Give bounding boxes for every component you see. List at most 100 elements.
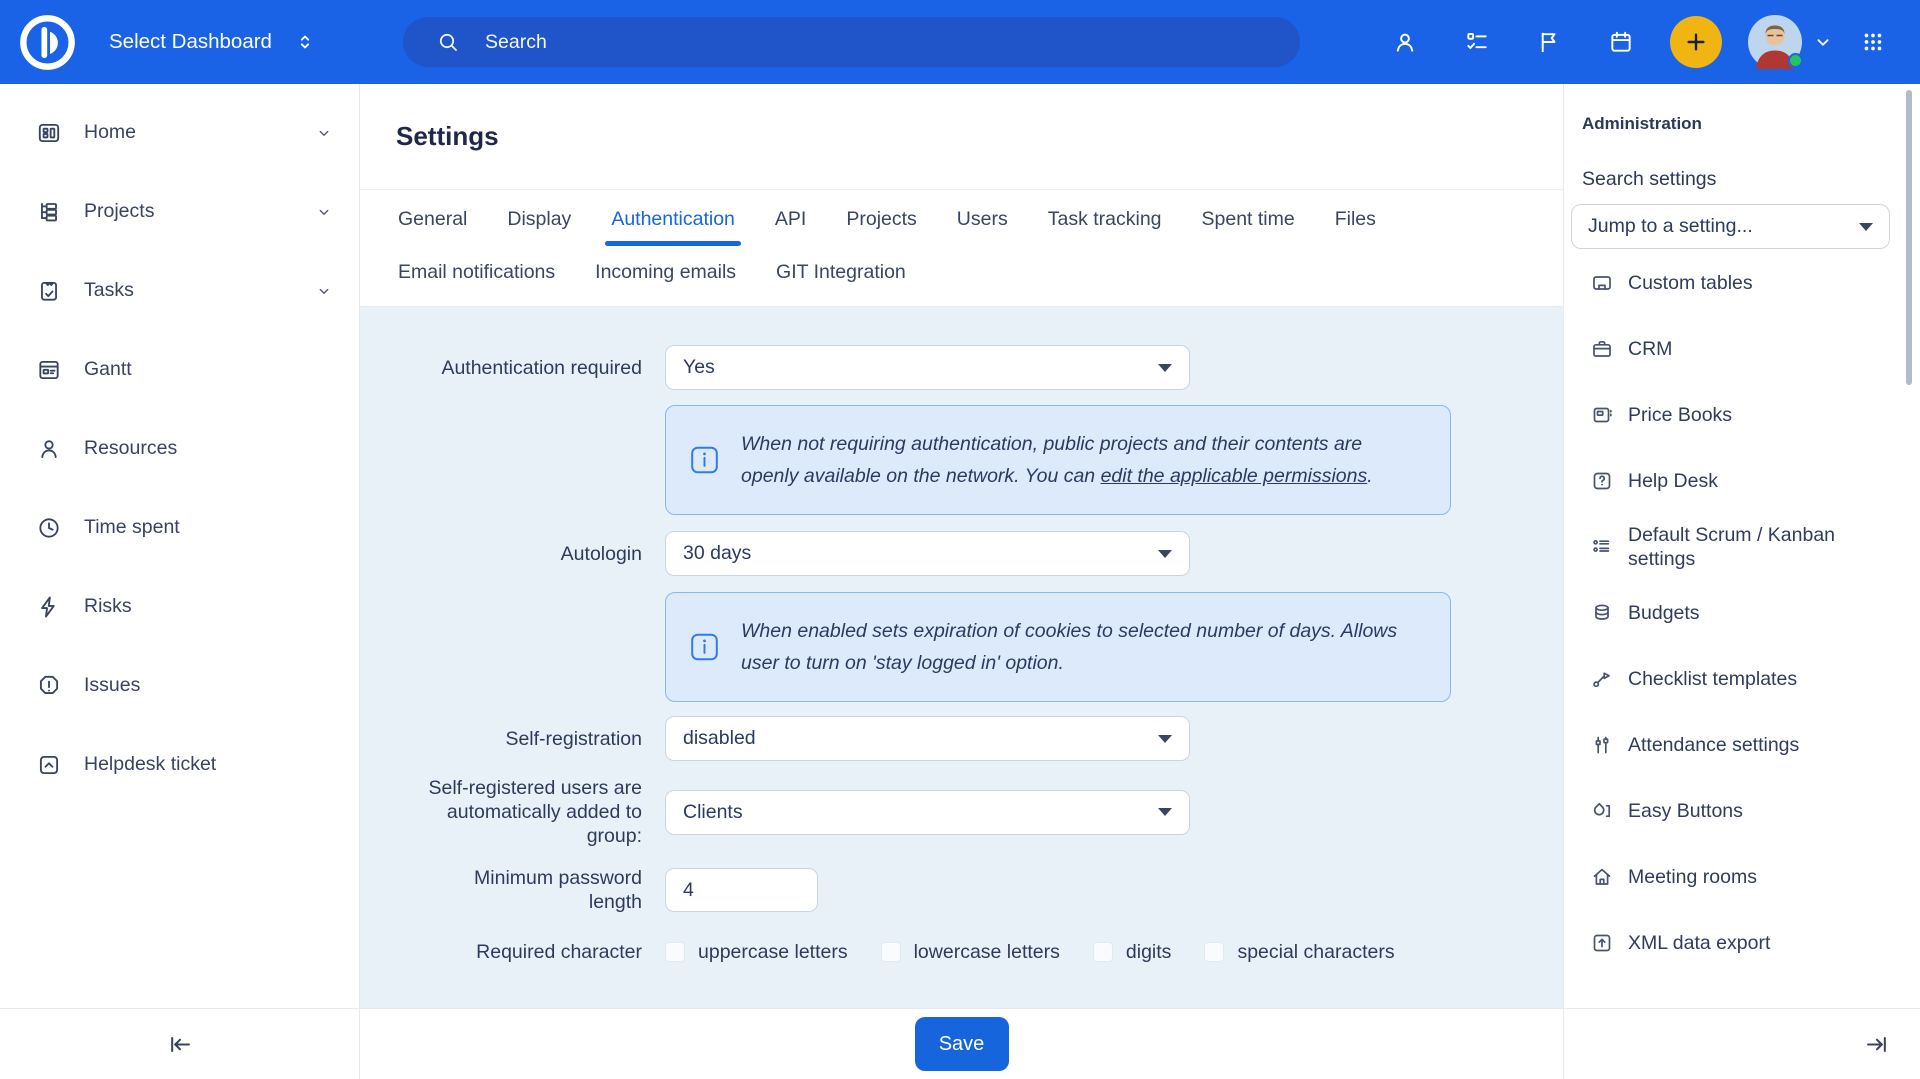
sidebar-item-risks[interactable]: Risks [0,567,359,646]
user-avatar[interactable] [1748,15,1802,69]
tab-files[interactable]: Files [1333,208,1378,231]
sidebar-item-home[interactable]: Home [0,93,359,172]
checkbox-label: special characters [1237,941,1394,964]
add-button[interactable] [1670,16,1722,68]
select-caret-icon [1158,550,1172,558]
sidebar-item-time-spent[interactable]: Time spent [0,488,359,567]
form-row-authentication-required: Authentication required Yes [380,345,1563,390]
sidebar-item-projects[interactable]: Projects [0,172,359,251]
tab-incoming-emails[interactable]: Incoming emails [593,261,738,284]
checklist-icon[interactable] [1464,29,1490,55]
checkbox-option-lowercase-letters[interactable]: lowercase letters [881,941,1060,964]
collapse-sidebar-right-icon[interactable] [1863,1031,1890,1058]
apps-grid-icon[interactable] [1860,29,1886,55]
chevron-down-icon[interactable] [315,282,333,300]
min-password-length-label: Minimum password length [380,866,642,914]
chevron-down-icon[interactable] [315,203,333,221]
sidebar-item-label: Helpdesk ticket [84,753,216,776]
required-character-label: Required character [380,940,642,964]
sidebar-item-label: Resources [84,437,177,460]
sidebar-item-label: Time spent [84,516,180,539]
admin-item-default-scrum-kanban-settings[interactable]: Default Scrum / Kanban settings [1564,514,1920,580]
save-button[interactable]: Save [915,1017,1009,1071]
chevron-down-icon[interactable] [315,124,333,142]
checkbox-option-uppercase-letters[interactable]: uppercase letters [665,941,848,964]
search-settings-label: Search settings [1582,168,1920,191]
admin-item-xml-data-export[interactable]: XML data export [1564,910,1920,976]
checkbox-digits[interactable] [1093,942,1113,962]
flag-icon[interactable] [1536,29,1562,55]
tab-general[interactable]: General [396,208,469,231]
sidebar-item-tasks[interactable]: Tasks [0,251,359,330]
self-registration-label: Self-registration [380,727,642,751]
checkbox-option-digits[interactable]: digits [1093,941,1172,964]
sidebar-item-helpdesk-ticket[interactable]: Helpdesk ticket [0,725,359,804]
tab-git-integration[interactable]: GIT Integration [774,261,908,284]
sidebar-footer [0,1008,359,1079]
page-title: Settings [396,121,499,152]
checkbox-lowercase-letters[interactable] [881,942,901,962]
tab-authentication[interactable]: Authentication [609,208,737,231]
authentication-required-value: Yes [683,356,715,379]
checklist-node-icon [1590,667,1614,691]
self-registered-group-select[interactable]: Clients [665,790,1190,835]
tab-spent-time[interactable]: Spent time [1200,208,1297,231]
sidebar-item-label: Gantt [84,358,132,381]
select-caret-icon [1859,223,1873,231]
dashboard-selector[interactable]: Select Dashboard [109,30,316,54]
admin-item-easy-buttons[interactable]: Easy Buttons [1564,778,1920,844]
sidebar-item-gantt[interactable]: Gantt [0,330,359,409]
admin-item-meeting-rooms[interactable]: Meeting rooms [1564,844,1920,910]
self-registration-select[interactable]: disabled [665,716,1190,761]
admin-item-custom-tables[interactable]: Custom tables [1564,250,1920,316]
select-caret-icon [1158,364,1172,372]
edit-permissions-link[interactable]: edit the applicable permissions [1101,465,1368,487]
app-logo-icon[interactable] [17,12,78,73]
collapse-sidebar-left-icon[interactable] [167,1031,194,1058]
form-row-self-registered-group: Self-registered users are automatically … [380,776,1563,848]
tab-projects[interactable]: Projects [844,208,918,231]
tab-task-tracking[interactable]: Task tracking [1046,208,1164,231]
auth-info-suffix: . [1367,465,1372,487]
form-row-min-password: Minimum password length [380,866,1563,914]
admin-item-attendance-settings[interactable]: Attendance settings [1564,712,1920,778]
help-desk-icon [1590,469,1614,493]
search-icon [436,30,460,54]
tab-users[interactable]: Users [955,208,1010,231]
checkbox-uppercase-letters[interactable] [665,942,685,962]
admin-item-checklist-templates[interactable]: Checklist templates [1564,646,1920,712]
checkbox-label: lowercase letters [914,941,1060,964]
authentication-required-select[interactable]: Yes [665,345,1190,390]
admin-item-help-desk[interactable]: Help Desk [1564,448,1920,514]
search-placeholder: Search [485,31,547,54]
admin-item-crm[interactable]: CRM [1564,316,1920,382]
autologin-select[interactable]: 30 days [665,531,1190,576]
sidebar-item-label: Tasks [84,279,134,302]
tab-email-notifications[interactable]: Email notifications [396,261,557,284]
admin-item-price-books[interactable]: Price Books [1564,382,1920,448]
tab-display[interactable]: Display [505,208,573,231]
calendar-icon[interactable] [1608,29,1634,55]
tab-api[interactable]: API [773,208,808,231]
admin-item-label: Attendance settings [1628,733,1799,757]
form-row-required-character: Required character uppercase letters lowe… [380,940,1563,964]
admin-item-budgets[interactable]: Budgets [1564,580,1920,646]
admin-item-label: Easy Buttons [1628,799,1743,823]
user-icon[interactable] [1392,29,1418,55]
projects-icon [36,199,62,225]
panel-scrollbar[interactable] [1906,90,1912,385]
required-character-options: uppercase letters lowercase letters digits… [665,941,1451,964]
topbar-actions [1392,15,1886,69]
checkbox-option-special-characters[interactable]: special characters [1204,941,1394,964]
min-password-length-input[interactable] [665,868,818,912]
checkbox-special-characters[interactable] [1204,942,1224,962]
chevron-down-icon[interactable] [1812,31,1834,53]
global-search-input[interactable]: Search [403,17,1300,67]
alert-octagon-icon [36,673,62,699]
sliders-icon [1590,733,1614,757]
sidebar-item-issues[interactable]: Issues [0,646,359,725]
sidebar-item-resources[interactable]: Resources [0,409,359,488]
price-books-icon [1590,403,1614,427]
self-registered-group-value: Clients [683,801,743,824]
jump-to-setting-select[interactable]: Jump to a setting... [1571,204,1890,249]
